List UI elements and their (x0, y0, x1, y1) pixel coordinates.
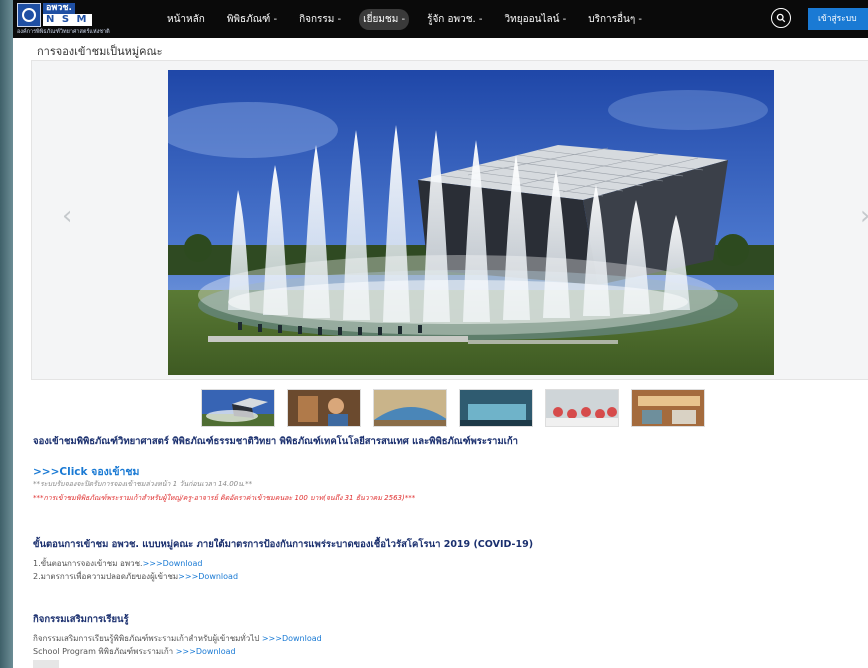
carousel-next-button[interactable]: › (860, 203, 868, 229)
steps-line-1-text: 1.ขั้นตอนการจองเข้าชม อพวช. (33, 559, 143, 568)
booking-link[interactable]: >>>Click จองเข้าชม (33, 463, 139, 480)
nav-item-home[interactable]: หน้าหลัก (163, 9, 209, 30)
search-button[interactable] (771, 8, 791, 28)
thumbnail-5[interactable] (545, 389, 619, 427)
steps-line-2: 2.มาตรการเพื่อความปลอดภัยของผู้เข้าชม>>>… (33, 570, 238, 583)
activities-download-link-2[interactable]: >>>Download (176, 647, 236, 656)
nav-item-museums[interactable]: พิพิธภัณฑ์ - (223, 9, 281, 30)
top-navbar: อพวช. N S M องค์การพิพิธภัณฑ์วิทยาศาสตร์… (13, 0, 868, 38)
fee-warning-note: ***การเข้าชมพิพิธภัณฑ์พระรามเก้าสำหรับผู… (33, 494, 416, 502)
nav-item-visit[interactable]: เยี่ยมชม - (359, 8, 410, 30)
fountain-building-photo (168, 70, 774, 375)
site-logo[interactable]: อพวช. N S M องค์การพิพิธภัณฑ์วิทยาศาสตร์… (17, 3, 135, 37)
page-title: การจองเข้าชมเป็นหมู่คณะ (37, 45, 163, 58)
carousel-slide-image (168, 70, 774, 375)
activities-line-2: School Program พิพิธภัณฑ์พระรามเก้า >>>D… (33, 645, 236, 658)
booking-deadline-note: **ระบบรับจองจะปิดรับการจองเข้าชมล่วงหน้า… (33, 480, 253, 488)
steps-line-2-text: 2.มาตรการเพื่อความปลอดภัยของผู้เข้าชม (33, 572, 179, 581)
activities-download-link-1[interactable]: >>>Download (262, 634, 322, 643)
page: อพวช. N S M องค์การพิพิธภัณฑ์วิทยาศาสตร์… (13, 0, 868, 668)
activities-title: กิจกรรมเสริมการเรียนรู้ (33, 614, 129, 625)
thumbnail-4[interactable] (459, 389, 533, 427)
nav-item-radio[interactable]: วิทยุออนไลน์ - (501, 9, 571, 30)
thumbnail-6[interactable] (631, 389, 705, 427)
logo-emblem-icon (17, 3, 41, 27)
steps-line-1: 1.ขั้นตอนการจองเข้าชม อพวช.>>>Download (33, 557, 202, 570)
thumbnail-3[interactable] (373, 389, 447, 427)
covid-steps-title: ขั้นตอนการเข้าชม อพวช. แบบหมู่คณะ ภายใต้… (33, 539, 534, 550)
login-button[interactable]: เข้าสู่ระบบ (808, 8, 868, 30)
carousel-thumbnails (201, 389, 705, 427)
logo-subtitle: องค์การพิพิธภัณฑ์วิทยาศาสตร์แห่งชาติ (17, 29, 110, 35)
nav-item-about[interactable]: รู้จัก อพวช. - (423, 9, 486, 30)
main-menu: หน้าหลัก พิพิธภัณฑ์ - กิจกรรม - เยี่ยมชม… (163, 0, 646, 38)
nav-item-services[interactable]: บริการอื่นๆ - (584, 9, 646, 30)
thumbnail-2[interactable] (287, 389, 361, 427)
logo-nsm: N S M (43, 14, 92, 26)
activities-line-2-text: School Program พิพิธภัณฑ์พระรามเก้า (33, 647, 174, 656)
nav-item-activities[interactable]: กิจกรรม - (295, 9, 345, 30)
museums-booking-title: จองเข้าชมพิพิธภัณฑ์วิทยาศาสตร์ พิพิธภัณฑ… (33, 436, 518, 447)
activities-line-1-text: กิจกรรมเสริมการเรียนรู้พิพิธภัณฑ์พระรามเ… (33, 634, 260, 643)
logo-acronym: อพวช. (43, 3, 75, 14)
truncated-content (33, 660, 59, 668)
steps-download-link-2[interactable]: >>>Download (178, 572, 238, 581)
activities-line-1: กิจกรรมเสริมการเรียนรู้พิพิธภัณฑ์พระรามเ… (33, 632, 322, 645)
carousel-prev-button[interactable]: ‹ (62, 203, 72, 229)
search-icon (776, 13, 786, 23)
thumbnail-1[interactable] (201, 389, 275, 427)
steps-download-link-1[interactable]: >>>Download (143, 559, 203, 568)
image-carousel: ‹ (31, 60, 868, 380)
